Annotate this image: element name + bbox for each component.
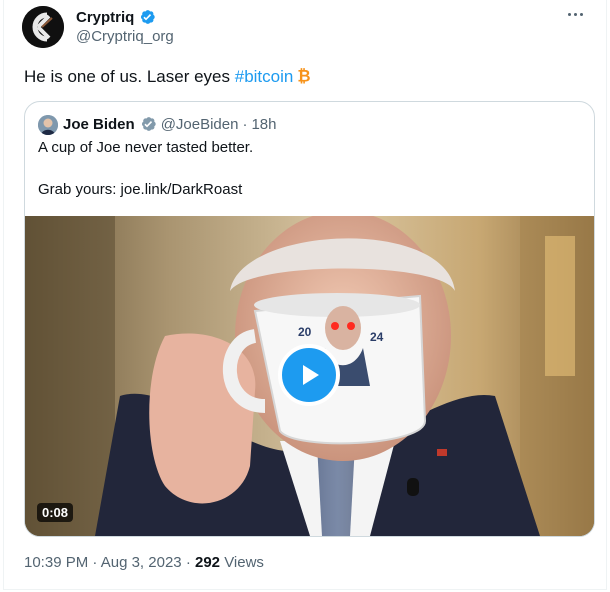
quoted-handle[interactable]: @JoeBiden [161, 116, 239, 133]
quoted-text-line-1: A cup of Joe never tasted better. [38, 139, 254, 156]
svg-text:₿: ₿ [298, 67, 311, 85]
tweet-card[interactable]: Cryptriq @Cryptriq_org He is one of us. … [3, 0, 607, 590]
hashtag-bitcoin[interactable]: #bitcoin [235, 67, 294, 86]
video-duration: 0:08 [37, 503, 74, 522]
tweet-text-main: He is one of us. Laser eyes [24, 67, 235, 86]
bitcoin-icon: ₿ [298, 67, 311, 85]
quoted-age[interactable]: 18h [251, 116, 276, 133]
quoted-tweet[interactable]: Joe Biden @JoeBiden · 18h A cup of Joe n… [24, 101, 595, 537]
cryptriq-avatar[interactable] [22, 6, 64, 48]
separator-dot: · [242, 115, 248, 133]
views-count[interactable]: 292 [195, 554, 220, 571]
tweet-metadata: 10:39 PM · Aug 3, 2023 · 292 Views [24, 554, 264, 571]
gov-badge-icon [141, 117, 156, 131]
play-icon [303, 365, 319, 385]
quoted-display-name[interactable]: Joe Biden [63, 116, 135, 133]
tweet-date[interactable]: Aug 3, 2023 [101, 554, 182, 571]
tweet-time[interactable]: 10:39 PM [24, 554, 88, 571]
views-label: Views [224, 554, 264, 571]
separator-dot: · [185, 554, 195, 571]
tweet-text: He is one of us. Laser eyes #bitcoin ₿ [24, 66, 313, 88]
handle[interactable]: @Cryptriq_org [76, 28, 174, 45]
display-name[interactable]: Cryptriq [76, 9, 134, 26]
joe-biden-avatar[interactable] [38, 115, 58, 135]
play-button[interactable] [278, 344, 340, 406]
separator-dot: · [92, 554, 101, 571]
quoted-text-line-2: Grab yours: joe.link/DarkRoast [38, 181, 243, 198]
mug-text-left: 20 [298, 325, 312, 339]
video-player[interactable]: 20 24 0:08 [25, 216, 594, 536]
more-icon[interactable] [568, 10, 588, 18]
mug-text-right: 24 [370, 330, 384, 344]
verified-badge-icon [141, 10, 156, 24]
